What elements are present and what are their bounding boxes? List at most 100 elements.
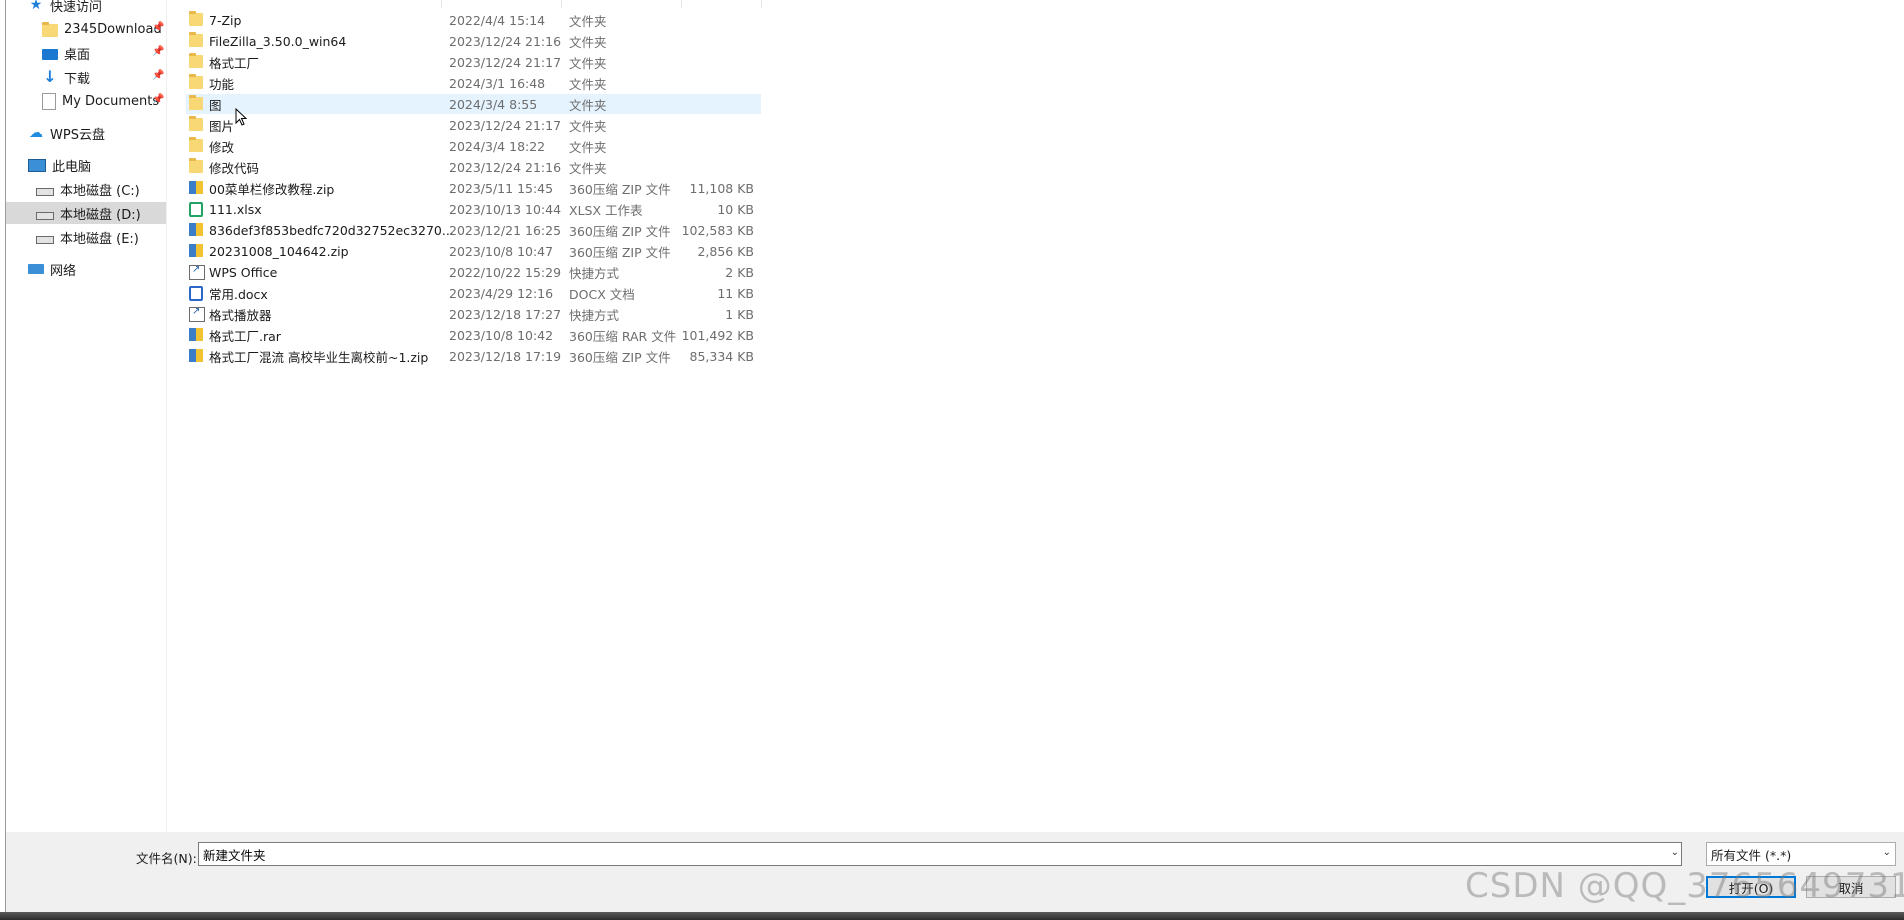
xlsx-icon: [189, 202, 203, 217]
file-type: DOCX 文档: [569, 286, 635, 302]
file-type: 文件夹: [569, 118, 607, 134]
nav-item-label: 桌面: [64, 47, 91, 63]
shortcut-icon: [189, 306, 205, 322]
file-row[interactable]: FileZilla_3.50.0_win64 2023/12/24 21:16 文件…: [186, 31, 761, 51]
file-type-filter[interactable]: 所有文件 (*.*) ⌄: [1706, 842, 1896, 866]
file-type-filter-value: 所有文件 (*.*): [1711, 847, 1792, 863]
file-row[interactable]: 常用.docx 2023/4/29 12:16 DOCX 文档 11 KB: [186, 283, 761, 303]
file-name: 836def3f853bedfc720d32752ec3270...: [209, 222, 454, 238]
nav-item-desktop[interactable]: 桌面 📌: [42, 42, 166, 64]
file-name: WPS Office: [209, 264, 278, 280]
nav-this-pc[interactable]: 此电脑: [28, 154, 91, 176]
download-icon: ↓: [43, 67, 57, 86]
nav-quick-access-label: 快速访问: [50, 0, 103, 15]
chevron-down-icon[interactable]: ⌄: [1671, 847, 1679, 858]
drive-icon: [36, 188, 54, 196]
file-row[interactable]: 00菜单栏修改教程.zip 2023/5/11 15:45 360压缩 ZIP 文件…: [186, 178, 761, 198]
nav-wps-cloud[interactable]: ☁ WPS云盘: [28, 122, 105, 144]
pin-icon: 📌: [152, 94, 165, 105]
file-date: 2023/10/8 10:47: [449, 243, 554, 259]
folder-icon: [189, 53, 203, 68]
file-date: 2024/3/4 18:22: [449, 138, 546, 154]
computer-icon: [28, 158, 46, 172]
file-row[interactable]: 修改代码 2023/12/24 21:16 文件夹: [186, 157, 761, 177]
nav-item-my-documents[interactable]: My Documents 📌: [42, 90, 166, 112]
file-row[interactable]: 836def3f853bedfc720d32752ec3270... 2023/1…: [186, 220, 761, 240]
pane-divider[interactable]: [166, 0, 167, 832]
file-date: 2024/3/1 16:48: [449, 75, 546, 91]
file-name: 20231008_104642.zip: [209, 243, 349, 259]
file-date: 2023/10/8 10:42: [449, 327, 554, 343]
column-separator[interactable]: [681, 0, 682, 8]
file-date: 2024/3/4 8:55: [449, 96, 538, 112]
nav-item-downloads[interactable]: ↓ 下载 📌: [42, 66, 166, 88]
file-date: 2023/12/24 21:17: [449, 54, 562, 70]
file-row[interactable]: WPS Office 2022/10/22 15:29 快捷方式 2 KB: [186, 262, 761, 282]
nav-drive-label: 本地磁盘 (D:): [60, 207, 141, 223]
filename-combobox[interactable]: ⌄: [198, 842, 1682, 866]
file-row[interactable]: 20231008_104642.zip 2023/10/8 10:47 360压缩 …: [186, 241, 761, 261]
file-name: 图片: [209, 118, 235, 134]
chevron-down-icon[interactable]: ⌄: [1883, 847, 1891, 858]
file-row[interactable]: 格式工厂.rar 2023/10/8 10:42 360压缩 RAR 文件 101,4…: [186, 325, 761, 345]
file-type: 360压缩 RAR 文件: [569, 328, 677, 344]
file-size: 2,856 KB: [697, 243, 754, 259]
file-row[interactable]: 格式工厂 2023/12/24 21:17 文件夹: [186, 52, 761, 72]
column-separator[interactable]: [561, 0, 562, 8]
folder-icon: [189, 11, 203, 26]
file-row[interactable]: 格式播放器 2023/12/18 17:27 快捷方式 1 KB: [186, 304, 761, 324]
file-type: 文件夹: [569, 139, 607, 155]
file-date: 2023/12/21 16:25: [449, 222, 562, 238]
filename-input[interactable]: [199, 843, 1647, 865]
navigation-pane: ★ 快速访问 2345Download 📌 桌面 📌 ↓ 下载 📌 My Doc…: [6, 0, 166, 832]
file-open-dialog: ★ 快速访问 2345Download 📌 桌面 📌 ↓ 下载 📌 My Doc…: [5, 0, 1904, 912]
file-row[interactable]: 图 2024/3/4 8:55 文件夹: [186, 94, 761, 114]
file-date: 2023/12/24 21:16: [449, 33, 562, 49]
docx-icon: [189, 286, 203, 301]
file-row[interactable]: 格式工厂混流 高校毕业生离校前~1.zip 2023/12/18 17:19 360…: [186, 346, 761, 366]
file-date: 2023/5/11 15:45: [449, 180, 554, 196]
nav-item-2345download[interactable]: 2345Download 📌: [42, 18, 166, 40]
file-name: 修改代码: [209, 160, 260, 176]
file-row[interactable]: 图片 2023/12/24 21:17 文件夹: [186, 115, 761, 135]
folder-icon: [189, 74, 203, 89]
nav-network[interactable]: 网络: [28, 258, 76, 280]
file-size: 1 KB: [725, 306, 754, 322]
folder-icon: [189, 116, 203, 131]
file-date: 2023/10/13 10:44: [449, 201, 562, 217]
column-separator[interactable]: [761, 0, 762, 8]
file-type: 文件夹: [569, 160, 607, 176]
star-icon: ★: [29, 0, 43, 13]
nav-item-label: 下载: [64, 71, 91, 87]
nav-quick-access[interactable]: ★ 快速访问: [28, 0, 102, 16]
pin-icon: 📌: [152, 22, 165, 33]
file-row[interactable]: 功能 2024/3/1 16:48 文件夹: [186, 73, 761, 93]
nav-drive-e[interactable]: 本地磁盘 (E:): [6, 226, 166, 248]
window-shadow: [0, 912, 1904, 920]
folder-icon: [189, 32, 203, 47]
folder-icon: [189, 137, 203, 152]
nav-drive-d[interactable]: 本地磁盘 (D:): [6, 202, 166, 224]
zip-icon: [189, 349, 203, 362]
cloud-icon: ☁: [29, 125, 43, 141]
file-date: 2023/12/24 21:17: [449, 117, 562, 133]
file-name: 格式工厂: [209, 55, 260, 71]
file-date: 2023/12/18 17:19: [449, 348, 562, 364]
file-name: 7-Zip: [209, 12, 242, 28]
nav-item-label: My Documents: [62, 93, 160, 109]
file-name: FileZilla_3.50.0_win64: [209, 33, 347, 49]
file-size: 102,583 KB: [681, 222, 754, 238]
file-name: 图: [209, 97, 222, 113]
file-name: 111.xlsx: [209, 201, 262, 217]
file-date: 2023/12/18 17:27: [449, 306, 562, 322]
folder-icon: [189, 95, 203, 110]
column-separator[interactable]: [441, 0, 442, 8]
file-row[interactable]: 7-Zip 2022/4/4 15:14 文件夹: [186, 10, 761, 30]
nav-wps-cloud-label: WPS云盘: [50, 127, 105, 143]
nav-drive-c[interactable]: 本地磁盘 (C:): [6, 178, 166, 200]
file-date: 2023/4/29 12:16: [449, 285, 554, 301]
zip-icon: [189, 223, 203, 236]
file-row[interactable]: 111.xlsx 2023/10/13 10:44 XLSX 工作表 10 KB: [186, 199, 761, 219]
file-row[interactable]: 修改 2024/3/4 18:22 文件夹: [186, 136, 761, 156]
file-type: 文件夹: [569, 34, 607, 50]
